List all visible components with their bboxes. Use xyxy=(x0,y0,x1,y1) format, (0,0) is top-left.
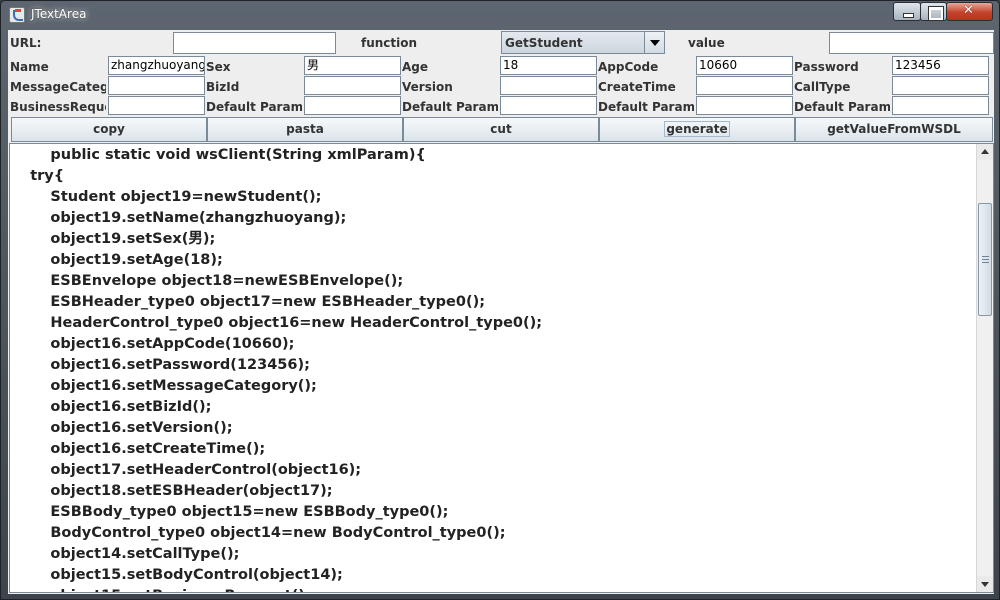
pasta-button[interactable]: pasta xyxy=(207,117,403,142)
code-text-area[interactable]: public static void wsClient(String xmlPa… xyxy=(9,143,994,593)
default-param-input-4[interactable] xyxy=(892,96,989,115)
grip-line-icon xyxy=(982,262,989,263)
code-line: object16.setAppCode(10660); xyxy=(10,336,295,352)
scroll-down-arrow-icon[interactable] xyxy=(977,576,993,592)
window-title: JTextArea xyxy=(31,7,87,21)
generate-button[interactable]: generate xyxy=(599,117,795,142)
business-request-input[interactable] xyxy=(108,96,205,115)
vertical-scrollbar[interactable] xyxy=(976,144,993,592)
business-request-label: BusinessReque... xyxy=(10,100,106,114)
bizid-input[interactable] xyxy=(304,76,401,95)
cut-button[interactable]: cut xyxy=(403,117,599,142)
code-line: Student object19=newStudent(); xyxy=(10,189,322,205)
function-selected-value: GetStudent xyxy=(505,36,583,50)
default-param-label-3: Default Param xyxy=(598,100,694,114)
appcode-label: AppCode xyxy=(598,60,659,74)
password-input[interactable]: 123456 xyxy=(892,56,989,75)
function-select[interactable]: GetStudent xyxy=(501,31,665,54)
calltype-label: CallType xyxy=(794,80,851,94)
code-line: ESBHeader_type0 object17=new ESBHeader_t… xyxy=(10,294,485,310)
age-input[interactable]: 18 xyxy=(500,56,597,75)
createtime-label: CreateTime xyxy=(598,80,676,94)
grip-line-icon xyxy=(982,256,989,257)
code-line: ESBBody_type0 object15=new ESBBody_type0… xyxy=(10,504,449,520)
code-line: object15.setBodyControl(object14); xyxy=(10,567,343,583)
default-param-input-3[interactable] xyxy=(696,96,793,115)
value-input[interactable] xyxy=(829,32,994,54)
message-category-input[interactable] xyxy=(108,76,205,95)
code-line: object19.setAge(18); xyxy=(10,252,223,268)
name-input[interactable]: zhangzhuoyang xyxy=(108,56,205,75)
code-line: object16.setMessageCategory(); xyxy=(10,378,317,394)
calltype-input[interactable] xyxy=(892,76,989,95)
minimize-button[interactable] xyxy=(893,2,921,21)
default-param-label-1: Default Param xyxy=(206,100,302,114)
code-line: object16.setPassword(123456); xyxy=(10,357,310,373)
url-label: URL: xyxy=(10,36,42,50)
code-line: object16.setCreateTime(); xyxy=(10,441,266,457)
function-label: function xyxy=(361,36,418,50)
close-button[interactable] xyxy=(946,2,993,21)
code-line: object19.setSex(男); xyxy=(10,231,216,247)
appcode-input[interactable]: 10660 xyxy=(696,56,793,75)
message-category-label: MessageCateg... xyxy=(10,80,106,94)
version-label: Version xyxy=(402,80,453,94)
content-pane: URL: function GetStudent value Name zhan… xyxy=(8,30,994,594)
code-line: try{ xyxy=(10,168,65,184)
grip-line-icon xyxy=(982,259,989,260)
version-input[interactable] xyxy=(500,76,597,95)
maximize-button[interactable] xyxy=(920,2,947,21)
name-label: Name xyxy=(10,60,49,74)
scrollbar-thumb[interactable] xyxy=(978,203,992,316)
code-line: object17.setHeaderControl(object16); xyxy=(10,462,362,478)
value-label: value xyxy=(688,36,725,50)
app-window: JTextArea URL: function GetStudent value… xyxy=(0,0,1000,600)
code-line: object18.setESBHeader(object17); xyxy=(10,483,333,499)
java-app-icon[interactable] xyxy=(9,7,25,23)
code-content: public static void wsClient(String xmlPa… xyxy=(10,145,976,592)
generate-button-label: generate xyxy=(664,121,730,137)
code-line: ESBEnvelope object18=newESBEnvelope(); xyxy=(10,273,404,289)
code-line: object16.setBizId(); xyxy=(10,399,212,415)
default-param-label-2: Default Param xyxy=(402,100,498,114)
scroll-up-arrow-icon[interactable] xyxy=(977,144,993,160)
code-line: object14.setCallType(); xyxy=(10,546,240,562)
sex-label: Sex xyxy=(206,60,231,74)
password-label: Password xyxy=(794,60,859,74)
url-input[interactable] xyxy=(173,32,336,54)
createtime-input[interactable] xyxy=(696,76,793,95)
code-line: object16.setVersion(); xyxy=(10,420,233,436)
code-line: HeaderControl_type0 object16=new HeaderC… xyxy=(10,315,543,331)
age-label: Age xyxy=(402,60,429,74)
sex-input[interactable]: 男 xyxy=(304,56,401,75)
code-line: public static void wsClient(String xmlPa… xyxy=(10,147,426,163)
copy-button[interactable]: copy xyxy=(11,117,207,142)
dropdown-arrow-icon[interactable] xyxy=(644,32,664,53)
default-param-label-4: Default Param xyxy=(794,100,890,114)
title-bar[interactable]: JTextArea xyxy=(1,1,1000,29)
code-line: object19.setName(zhangzhuoyang); xyxy=(10,210,347,226)
get-value-from-wsdl-button[interactable]: getValueFromWSDL xyxy=(795,117,993,142)
default-param-input-1[interactable] xyxy=(304,96,401,115)
code-line: BodyControl_type0 object14=new BodyContr… xyxy=(10,525,506,541)
default-param-input-2[interactable] xyxy=(500,96,597,115)
code-line: object15.setBusinessRequest(); xyxy=(10,586,976,592)
bizid-label: BizId xyxy=(206,80,240,94)
